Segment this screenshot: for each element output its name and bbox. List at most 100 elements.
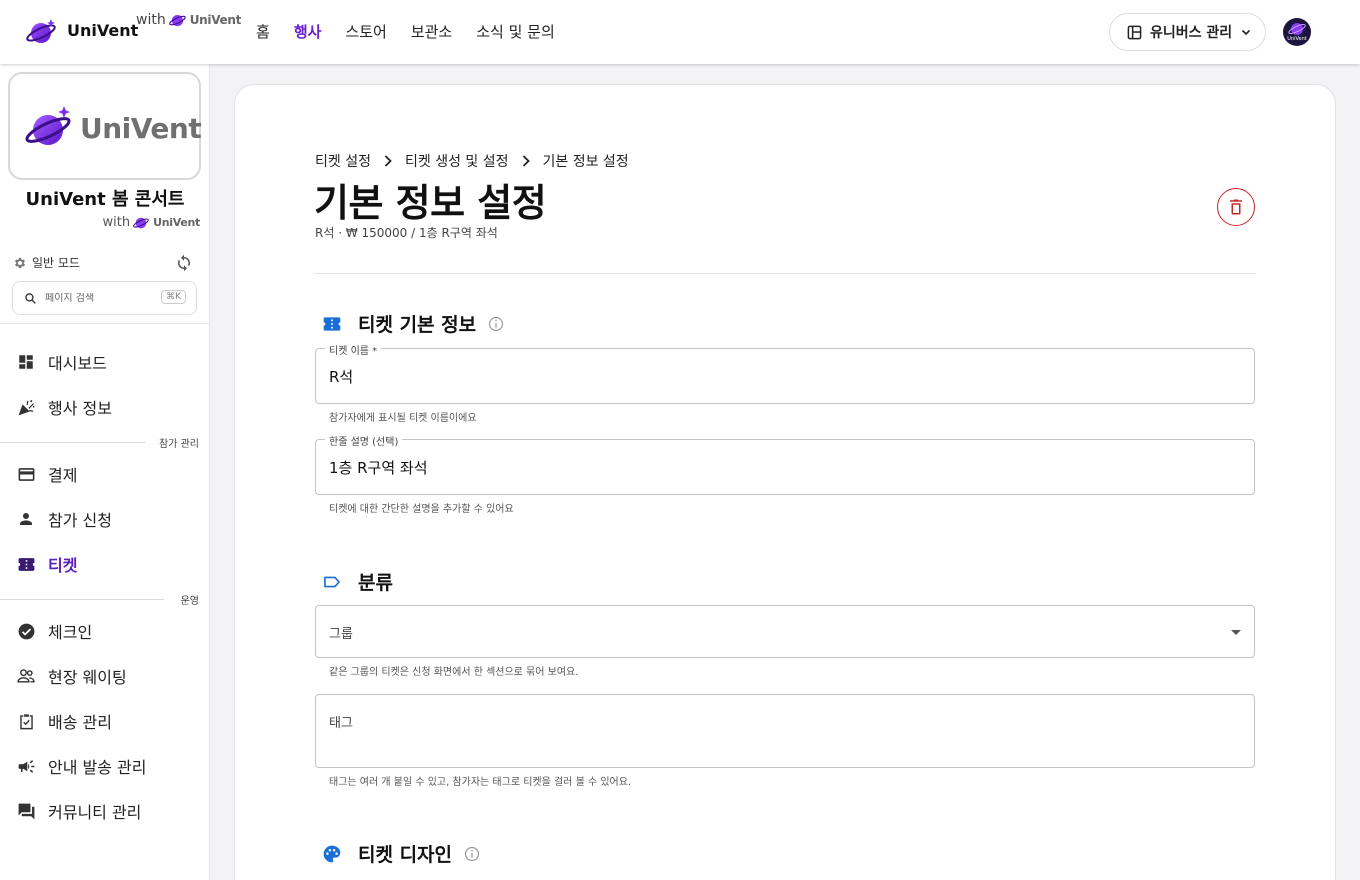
with-logo-text: UniVent xyxy=(189,13,242,27)
avatar[interactable]: UniVent xyxy=(1283,18,1311,46)
sidebar-item-label: 행사 정보 xyxy=(48,399,112,418)
person-icon xyxy=(16,509,36,529)
description-field[interactable]: 한줄 설명 (선택) xyxy=(315,433,1255,495)
sidebar-item-checkin[interactable]: 체크인 xyxy=(0,611,209,651)
search-icon xyxy=(25,292,36,304)
label-tag-icon xyxy=(322,572,342,592)
event-with-partner: with UniVent xyxy=(103,214,201,231)
sidebar-item-label: 배송 관리 xyxy=(48,713,112,732)
event-with-logo-text: UniVent xyxy=(153,216,200,229)
main-nav: 홈 행사 스토어 보관소 소식 및 문의 xyxy=(256,21,555,42)
event-title: UniVent 봄 콘서트 xyxy=(25,189,185,210)
sidebar-item-registration[interactable]: 참가 신청 xyxy=(0,499,209,539)
celebration-icon xyxy=(16,397,36,417)
tag-placeholder: 태그 xyxy=(329,716,353,731)
nav-home[interactable]: 홈 xyxy=(256,21,270,42)
sidebar-item-notice[interactable]: 안내 발송 관리 xyxy=(0,746,209,786)
layout-icon xyxy=(1127,25,1142,39)
sidebar-item-label: 커뮤니티 관리 xyxy=(48,803,142,822)
section-operations: 운영 xyxy=(0,592,209,607)
ticket-icon xyxy=(322,314,342,334)
section-design-title: 티켓 디자인 xyxy=(358,844,453,866)
forum-icon xyxy=(16,801,36,821)
sync-icon[interactable] xyxy=(175,254,193,272)
section-category: 분류 xyxy=(322,568,393,595)
ticket-icon xyxy=(16,554,36,574)
sidebar-item-label: 대시보드 xyxy=(48,354,107,373)
breadcrumb-ticket-settings[interactable]: 티켓 설정 xyxy=(315,151,371,171)
nav-store[interactable]: 스토어 xyxy=(345,21,386,42)
credit-card-icon xyxy=(16,464,36,484)
avatar-text: UniVent xyxy=(1287,36,1307,42)
with-partner: with UniVent xyxy=(136,11,241,29)
sidebar-item-delivery[interactable]: 배송 관리 xyxy=(0,701,209,741)
sidebar-item-community[interactable]: 커뮤니티 관리 xyxy=(0,791,209,831)
description-helper: 티켓에 대한 간단한 설명을 추가할 수 있어요 xyxy=(329,504,514,515)
group-select[interactable]: 그룹 xyxy=(315,605,1255,658)
ticket-name-input[interactable] xyxy=(329,349,1229,403)
info-icon[interactable] xyxy=(464,846,480,862)
sidebar-item-label: 결제 xyxy=(48,466,78,485)
univent-thumb-logo-icon xyxy=(25,106,71,145)
nav-news[interactable]: 소식 및 문의 xyxy=(476,21,555,42)
gear-icon xyxy=(14,257,26,268)
breadcrumb-ticket-create[interactable]: 티켓 생성 및 설정 xyxy=(405,151,509,171)
trash-icon xyxy=(1230,199,1242,215)
sidebar-item-ticket[interactable]: 티켓 xyxy=(0,544,209,584)
universe-manage-button[interactable]: 유니버스 관리 xyxy=(1109,13,1266,51)
sidebar-divider xyxy=(0,323,210,324)
event-thumbnail[interactable]: UniVent xyxy=(8,72,202,180)
sidebar: UniVent UniVent 봄 콘서트 with UniVent 일반 모드… xyxy=(0,64,210,880)
brand-name[interactable]: UniVent xyxy=(67,21,138,40)
group-helper: 같은 그룹의 티켓은 신청 화면에서 한 섹션으로 묶어 보여요. xyxy=(329,667,579,678)
breadcrumb: 티켓 설정 티켓 생성 및 설정 기본 정보 설정 xyxy=(315,151,629,171)
univent-logo-icon[interactable] xyxy=(26,16,58,48)
section-basic-info: 티켓 기본 정보 xyxy=(322,310,504,337)
sidebar-item-label: 체크인 xyxy=(48,623,93,642)
chevron-down-icon xyxy=(1242,29,1251,36)
nav-events[interactable]: 행사 xyxy=(294,21,322,42)
top-bar: UniVent with UniVent 홈 행사 스토어 보관소 소식 및 문… xyxy=(0,0,1360,64)
tag-helper: 태그는 여러 개 붙일 수 있고, 참가자는 태그로 티켓을 걸러 볼 수 있어… xyxy=(329,777,632,788)
section-operations-label: 운영 xyxy=(180,596,199,607)
sidebar-item-waiting[interactable]: 현장 웨이팅 xyxy=(0,656,209,696)
sidebar-item-label: 안내 발송 관리 xyxy=(48,758,147,777)
dropdown-arrow-icon xyxy=(1231,630,1241,635)
with-label: with xyxy=(136,12,166,28)
sidebar-item-event-info[interactable]: 행사 정보 xyxy=(0,387,209,427)
section-participants: 참가 관리 xyxy=(0,435,209,450)
sidebar-item-label: 현장 웨이팅 xyxy=(48,668,127,687)
sidebar-item-dashboard[interactable]: 대시보드 xyxy=(0,342,209,382)
dashboard-icon xyxy=(16,352,36,372)
ticket-name-field[interactable]: 티켓 이름 * xyxy=(315,342,1255,404)
chevron-right-icon xyxy=(522,155,530,167)
univent-small-logo-icon xyxy=(133,217,149,229)
nav-archive[interactable]: 보관소 xyxy=(411,21,452,42)
mode-label: 일반 모드 xyxy=(32,256,80,270)
univent-small-logo-icon xyxy=(168,14,186,27)
section-design: 티켓 디자인 xyxy=(322,840,480,867)
mode-toggle[interactable]: 일반 모드 xyxy=(13,254,80,271)
search-shortcut: ⌘K xyxy=(161,290,186,304)
delete-ticket-button[interactable] xyxy=(1217,188,1255,226)
ticket-name-helper: 참가자에게 표시될 티켓 이름이에요 xyxy=(329,413,477,424)
breadcrumb-basic-info: 기본 정보 설정 xyxy=(542,154,629,170)
page-search[interactable]: ⌘K xyxy=(12,281,197,315)
search-input[interactable] xyxy=(45,292,153,304)
page-title: 기본 정보 설정 xyxy=(314,181,547,225)
section-category-title: 분류 xyxy=(358,572,393,594)
tag-input-field[interactable]: 태그 xyxy=(315,694,1255,768)
sidebar-item-label: 참가 신청 xyxy=(48,511,112,530)
group-placeholder: 그룹 xyxy=(329,627,353,642)
palette-icon xyxy=(322,844,342,864)
info-icon[interactable] xyxy=(488,316,504,332)
section-participants-label: 참가 관리 xyxy=(159,439,199,450)
sidebar-item-payment[interactable]: 결제 xyxy=(0,454,209,494)
chevron-right-icon xyxy=(384,155,392,167)
sidebar-item-label: 티켓 xyxy=(48,556,78,575)
people-icon xyxy=(16,666,36,686)
header-divider xyxy=(315,273,1255,274)
description-input[interactable] xyxy=(329,440,1229,494)
universe-manage-label: 유니버스 관리 xyxy=(1150,25,1233,41)
check-circle-icon xyxy=(16,621,36,641)
